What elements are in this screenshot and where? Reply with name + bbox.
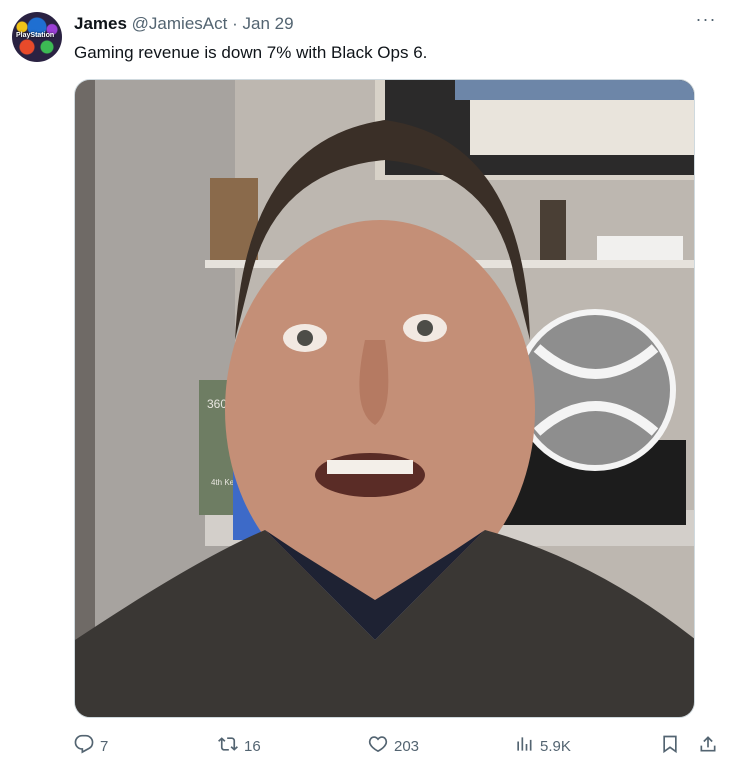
avatar[interactable]: PlayStation (12, 12, 62, 62)
tweet-media-image[interactable]: 360 4th Ke (74, 79, 695, 718)
poster-text-1: 360 (207, 397, 227, 411)
media-photo: 360 4th Ke (75, 80, 694, 717)
share-button[interactable] (698, 731, 718, 761)
heart-icon (368, 734, 388, 758)
tweet-date[interactable]: Jan 29 (242, 14, 293, 33)
tweet-header: James @JamiesAct · Jan 29 (74, 13, 294, 35)
views-count: 5.9K (540, 737, 571, 755)
share-icon (698, 734, 718, 758)
reply-count: 7 (100, 737, 109, 755)
like-button[interactable]: 203 (368, 731, 419, 761)
bookmark-icon (660, 734, 680, 758)
repost-icon (218, 734, 238, 758)
tweet-text: Gaming revenue is down 7% with Black Ops… (74, 43, 428, 62)
like-count: 203 (394, 737, 420, 755)
author-handle[interactable]: @JamiesAct (132, 14, 228, 33)
avatar-label: PlayStation (16, 32, 55, 39)
bookmark-button[interactable] (660, 731, 680, 761)
reply-icon (74, 734, 94, 758)
reply-button[interactable]: 7 (74, 731, 108, 761)
views-button[interactable]: 5.9K (514, 731, 571, 761)
author-name[interactable]: James (74, 14, 127, 33)
repost-button[interactable]: 16 (218, 731, 261, 761)
tweet: PlayStation James @JamiesAct · Jan 29 ··… (0, 0, 731, 769)
poster-text-2: 4th Ke (211, 478, 235, 487)
views-chart-icon (514, 734, 534, 758)
more-options-icon[interactable]: ··· (695, 10, 717, 34)
repost-count: 16 (244, 737, 261, 755)
separator-dot: · (232, 14, 238, 33)
action-bar: 7 16 203 5.9K (74, 731, 724, 761)
